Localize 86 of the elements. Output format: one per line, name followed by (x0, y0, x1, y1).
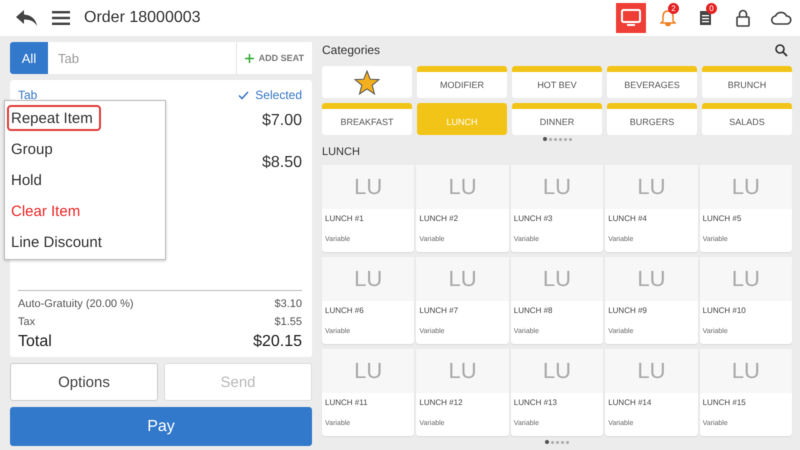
summary-value: $1.55 (274, 315, 302, 330)
category-tile[interactable]: BEVERAGES (607, 66, 697, 98)
product-initials: LU (322, 165, 414, 209)
page-dot[interactable] (568, 138, 572, 140)
product-initials: LU (700, 257, 792, 301)
page-dot[interactable] (548, 138, 552, 140)
add-seat-button[interactable]: ADD SEAT (236, 42, 312, 74)
product-initials: LU (510, 165, 604, 209)
product-initials: LU (416, 349, 509, 393)
check-icon (238, 90, 250, 100)
category-tile[interactable]: MODIFIER (417, 66, 507, 98)
product-initials: LU (510, 257, 604, 301)
product-initials: LU (700, 165, 792, 209)
order-title: Order 18000003 (84, 9, 201, 27)
selected-label: Selected (255, 88, 302, 102)
bell-icon[interactable] (660, 9, 676, 27)
plus-icon (244, 54, 254, 62)
page-dot[interactable] (566, 440, 569, 444)
seat-label: Tab (18, 88, 38, 102)
product-name: LUNCH #6 (324, 305, 365, 317)
categories-title: Categories (322, 43, 380, 57)
product-name: LUNCH #2 (418, 213, 460, 225)
product-name: LUNCH #13 (512, 397, 558, 409)
product-name: LUNCH #9 (607, 305, 648, 317)
star-icon (354, 70, 380, 94)
page-dot[interactable] (542, 137, 546, 141)
summary-label: Tax (18, 315, 36, 330)
receipt-icon[interactable] (698, 9, 714, 27)
product-initials: LU (322, 349, 414, 393)
menu-item[interactable]: Group (7, 136, 163, 162)
category-tile[interactable]: BRUNCH (702, 66, 792, 98)
search-icon[interactable] (775, 44, 788, 56)
display-button[interactable] (616, 3, 646, 33)
category-tile[interactable]: DINNER (512, 103, 602, 135)
products-title: LUNCH (322, 146, 361, 158)
cloud-icon[interactable] (770, 10, 792, 26)
product-initials: LU (605, 165, 698, 209)
product-name: LUNCH #15 (702, 397, 747, 409)
product-name: LUNCH #10 (702, 305, 747, 317)
category-tile[interactable]: BURGERS (607, 103, 697, 135)
action-button[interactable]: Options (10, 363, 158, 401)
category-tile[interactable]: HOT BEV (512, 66, 602, 98)
page-dot[interactable] (556, 440, 559, 444)
menu-icon[interactable] (52, 11, 70, 25)
category-tile[interactable]: BREAKFAST (322, 103, 412, 135)
page-dot[interactable] (551, 440, 554, 444)
total-label: Total (18, 332, 52, 352)
category-tile[interactable]: SALADS (702, 103, 792, 135)
notification-badge: 2 (668, 3, 679, 14)
product-name: LUNCH #1 (324, 213, 365, 225)
favorites-tile[interactable] (322, 66, 412, 98)
product-name: LUNCH #3 (512, 213, 554, 225)
product-initials: LU (510, 349, 604, 393)
total-value: $20.15 (253, 332, 302, 352)
seat-tab[interactable]: All (10, 42, 48, 74)
product-initials: LU (416, 165, 509, 209)
summary-value: $3.10 (274, 297, 302, 312)
item-price: $8.50 (262, 154, 302, 172)
page-dot[interactable] (554, 138, 556, 140)
pay-button[interactable]: Pay (10, 407, 312, 446)
menu-item[interactable]: Repeat Item (7, 105, 101, 131)
page-dot[interactable] (545, 440, 549, 444)
orders-badge: 0 (706, 3, 717, 14)
menu-item[interactable]: Hold (7, 167, 163, 193)
product-name: LUNCH #12 (418, 397, 464, 409)
monitor-icon (621, 9, 641, 27)
item-price: $7.00 (262, 112, 302, 130)
summary-label: Auto-Gratuity (20.00 %) (18, 297, 134, 312)
product-name: LUNCH #5 (702, 213, 742, 225)
lock-icon[interactable] (736, 9, 750, 27)
product-initials: LU (700, 349, 792, 393)
product-initials: LU (605, 349, 698, 393)
product-name: LUNCH #14 (607, 397, 652, 409)
page-dot[interactable] (561, 440, 564, 444)
product-name: LUNCH #7 (418, 305, 460, 317)
menu-item[interactable]: Line Discount (7, 229, 163, 255)
product-name: LUNCH #8 (512, 305, 554, 317)
page-dot[interactable] (558, 138, 562, 140)
product-name: LUNCH #11 (324, 397, 369, 409)
page-dot[interactable] (564, 138, 566, 140)
product-initials: LU (605, 257, 698, 301)
product-name: LUNCH #4 (607, 213, 648, 225)
menu-item[interactable]: Clear Item (7, 198, 163, 224)
back-icon[interactable] (14, 9, 38, 27)
product-initials: LU (416, 257, 509, 301)
product-initials: LU (322, 257, 414, 301)
